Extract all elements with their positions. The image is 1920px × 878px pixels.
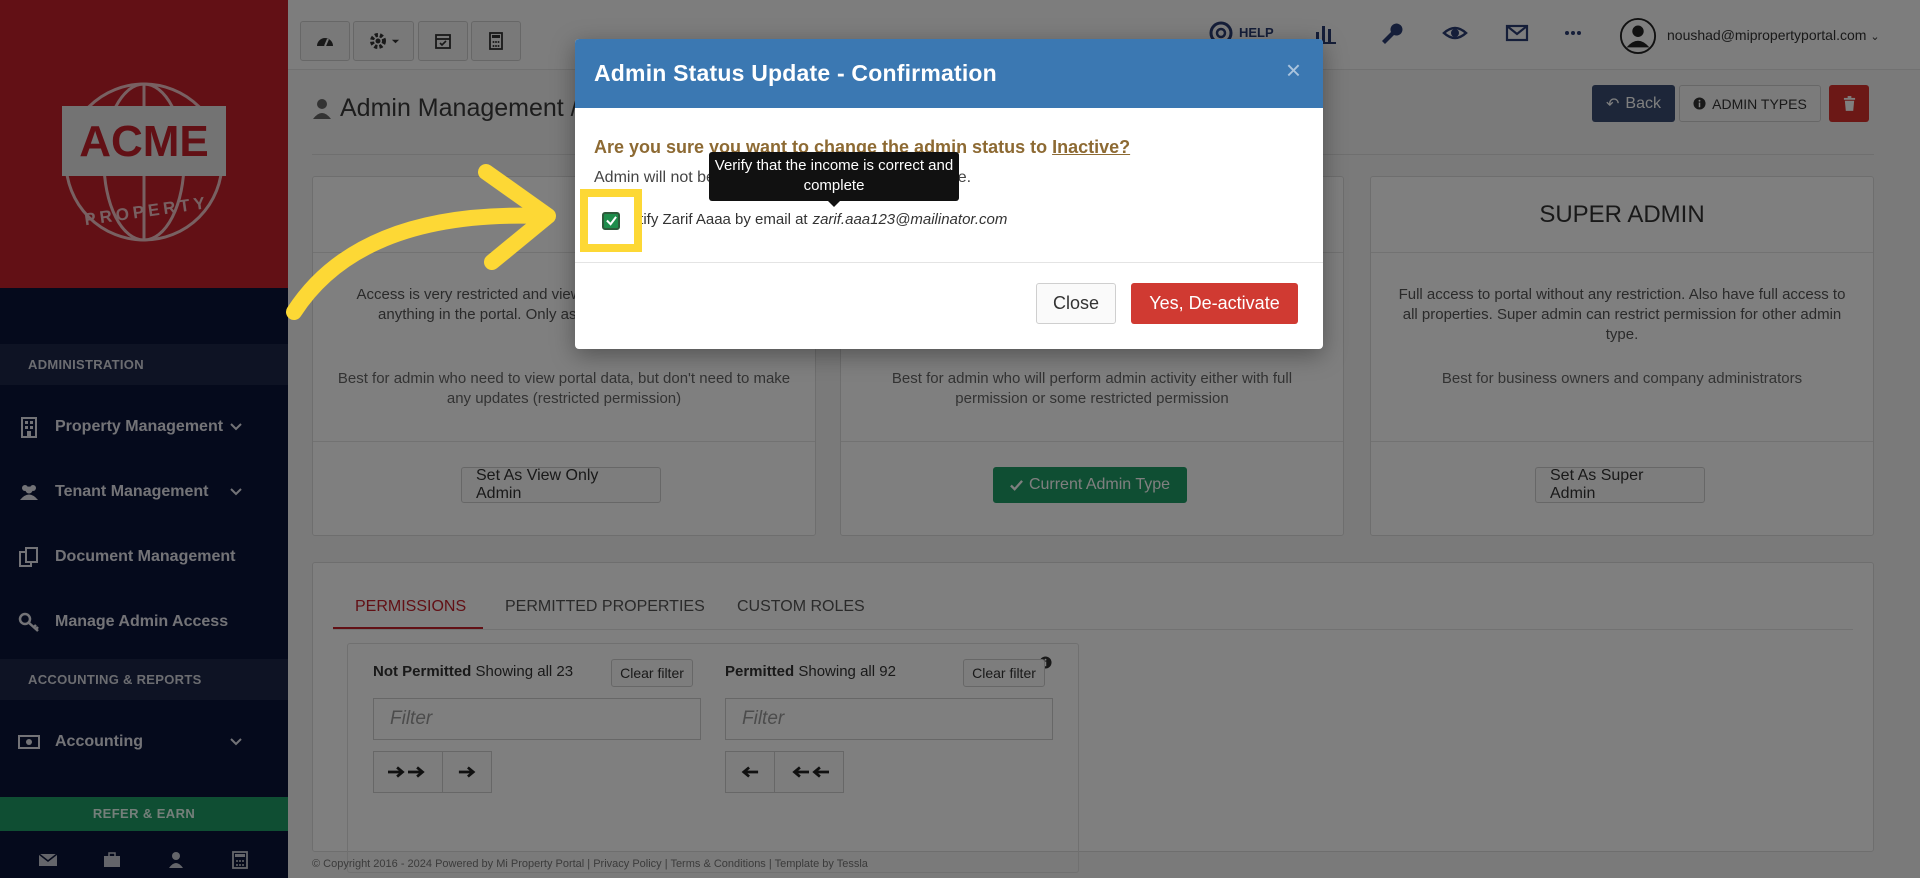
close-icon[interactable]: ×: [1286, 57, 1301, 83]
modal-footer-divider: [575, 262, 1323, 263]
close-button[interactable]: Close: [1036, 283, 1116, 324]
modal-header: Admin Status Update - Confirmation: [575, 39, 1323, 108]
modal-title: Admin Status Update - Confirmation: [594, 60, 997, 86]
confirm-deactivate-button[interactable]: Yes, De-activate: [1131, 283, 1298, 324]
notify-email: zarif.aaa123@mailinator.com: [812, 211, 1008, 228]
tooltip: Verify that the income is correct and co…: [709, 152, 959, 201]
checkbox-checked-icon: [602, 211, 620, 230]
notify-checkbox-highlight[interactable]: [580, 189, 642, 252]
tooltip-arrow: [827, 200, 841, 207]
notify-label: Notify Zarif Aaaa by email at: [620, 211, 808, 228]
guide-arrow-icon: [286, 164, 556, 320]
notify-by-email-row: Notify Zarif Aaaa by email at zarif.aaa1…: [594, 211, 1007, 228]
check-icon: [605, 216, 617, 226]
modal-status-value: Inactive?: [1052, 137, 1131, 157]
